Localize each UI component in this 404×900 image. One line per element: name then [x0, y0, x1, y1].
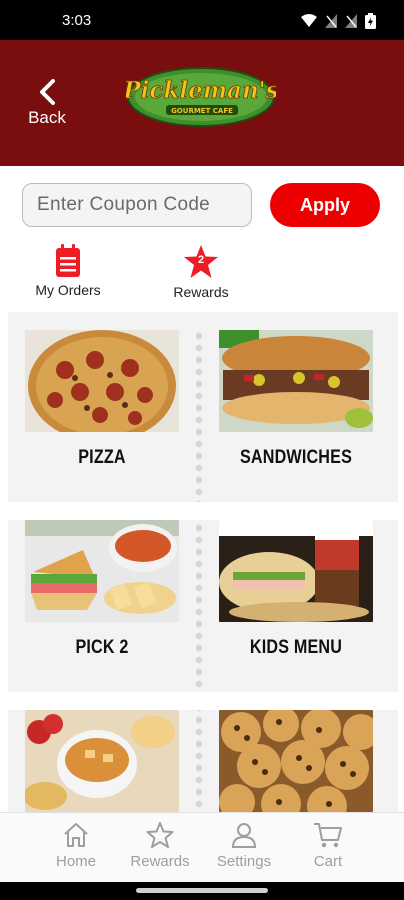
coupon-code-input[interactable]	[22, 183, 252, 227]
star-outline-icon	[146, 822, 174, 848]
status-time: 3:03	[62, 12, 92, 29]
home-gesture-handle[interactable]	[136, 888, 268, 893]
tab-cart[interactable]: Cart	[286, 821, 370, 870]
row-separator	[8, 502, 398, 520]
kids-menu-photo	[219, 520, 373, 622]
back-label: Back	[28, 108, 66, 127]
pick-2-photo	[25, 520, 179, 622]
sandwich-photo	[219, 330, 373, 432]
home-icon	[64, 823, 88, 847]
menu-tile-soup[interactable]	[23, 710, 179, 812]
tab-home-label: Home	[55, 853, 96, 870]
row-separator	[8, 692, 398, 710]
cookies-photo	[219, 706, 379, 812]
rewards-star-badge: 2	[183, 244, 219, 280]
tab-rewards[interactable]: Rewards	[118, 821, 202, 870]
bottom-tab-bar: Home Rewards Settings Cart	[0, 812, 404, 882]
rewards-count: 2	[197, 254, 205, 266]
menu-tile-label: PIZZA	[78, 447, 126, 468]
menu-tile-label: PICK 2	[75, 637, 129, 658]
status-icons	[301, 13, 376, 29]
menu-tile-label: KIDS MENU	[249, 637, 343, 658]
tab-settings[interactable]: Settings	[202, 821, 286, 870]
picklemans-logo: Pickleman's GOURMET CAFE	[126, 67, 276, 127]
wifi-icon	[301, 14, 317, 27]
user-icon	[231, 823, 257, 848]
pizza-photo	[25, 330, 179, 442]
column-divider	[195, 330, 203, 810]
menu-tile-pizza[interactable]: PIZZA	[25, 330, 179, 469]
soup-photo	[23, 710, 179, 812]
menu-grid: PIZZA SANDWICHES PICK 2 KIDS MENU	[8, 312, 398, 812]
back-button[interactable]: Back	[20, 78, 74, 134]
clipboard-icon	[56, 244, 80, 277]
menu-tile-cookies[interactable]	[219, 706, 379, 812]
my-orders-label: My Orders	[35, 282, 101, 298]
svg-text:Pickleman's: Pickleman's	[126, 77, 276, 104]
tab-rewards-label: Rewards	[130, 853, 190, 870]
svg-text:GOURMET CAFE: GOURMET CAFE	[171, 107, 233, 115]
tab-cart-label: Cart	[313, 853, 343, 870]
rewards-shortcut[interactable]: 2 Rewards	[166, 244, 236, 300]
signal-icon-2	[345, 14, 357, 28]
apply-coupon-button[interactable]: Apply	[270, 183, 380, 227]
battery-icon	[365, 13, 376, 29]
rewards-shortcut-label: Rewards	[173, 284, 229, 300]
status-bar: 3:03	[0, 0, 404, 40]
my-orders-shortcut[interactable]: My Orders	[30, 244, 106, 298]
tab-settings-label: Settings	[216, 853, 272, 870]
tab-home[interactable]: Home	[34, 821, 118, 870]
system-nav-bar	[0, 882, 404, 900]
menu-tile-label: SANDWICHES	[239, 447, 353, 468]
signal-icon	[325, 14, 337, 28]
chevron-left-icon	[40, 79, 55, 105]
cart-icon	[314, 823, 342, 848]
menu-tile-pick-2[interactable]: PICK 2	[25, 520, 179, 659]
menu-tile-sandwiches[interactable]: SANDWICHES	[219, 330, 373, 469]
app-header: Back Pickleman's GOURMET CAFE	[0, 40, 404, 166]
coupon-row: Apply	[0, 166, 404, 240]
menu-tile-kids-menu[interactable]: KIDS MENU	[219, 520, 373, 659]
